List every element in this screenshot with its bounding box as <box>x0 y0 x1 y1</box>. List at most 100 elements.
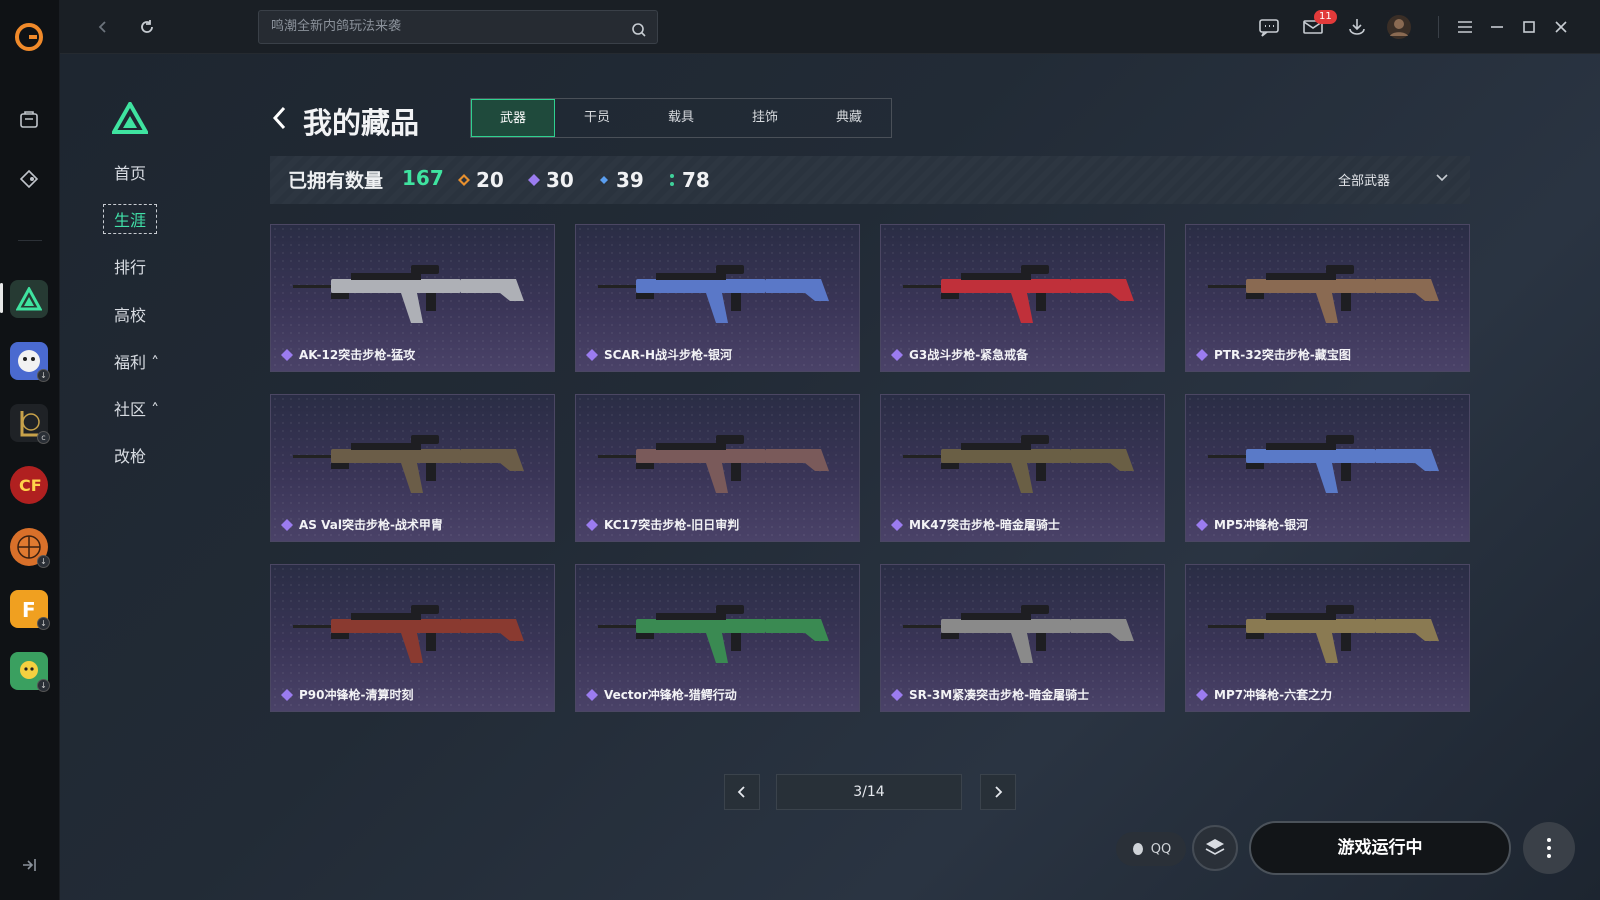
app-logo-icon[interactable] <box>10 18 48 56</box>
collection-card[interactable]: KC17突击步枪-旧日审判 <box>575 394 860 542</box>
chat-icon[interactable] <box>1256 14 1282 40</box>
layers-icon <box>1205 839 1225 855</box>
collection-card[interactable]: SCAR-H战斗步枪-银河 <box>575 224 860 372</box>
back-arrow-icon[interactable] <box>90 14 116 40</box>
nav-gun-mod[interactable]: 改枪 <box>114 443 146 467</box>
close-icon[interactable] <box>1548 14 1574 40</box>
rarity-blue-icon <box>600 176 608 184</box>
collection-card[interactable]: MP7冲锋枪-六套之力 <box>1185 564 1470 712</box>
active-indicator <box>0 283 3 313</box>
weapon-skin-image <box>903 605 1134 663</box>
weapon-skin-image <box>598 265 829 323</box>
card-label: PTR-32突击步枪-藏宝图 <box>1196 346 1351 363</box>
collection-card[interactable]: MP5冲锋枪-银河 <box>1185 394 1470 542</box>
qq-button[interactable]: QQ <box>1116 832 1186 866</box>
mail-icon[interactable]: 11 <box>1300 10 1337 40</box>
crossfire-game-icon[interactable]: CF <box>10 466 48 504</box>
next-page-button[interactable] <box>980 774 1016 810</box>
search-icon[interactable] <box>631 19 647 51</box>
rarity-green-icon <box>670 174 674 186</box>
tab-weapons[interactable]: 武器 <box>471 99 555 137</box>
expand-sidebar-icon[interactable] <box>20 856 38 878</box>
rarity-purple-icon <box>891 348 903 361</box>
weapon-skin-image <box>293 605 524 663</box>
card-label: AK-12突击步枪-猛攻 <box>281 346 415 363</box>
menu-icon[interactable] <box>1452 14 1478 40</box>
game-icon-f[interactable]: F ↓ <box>10 590 50 630</box>
nav-community[interactable]: 社区 ˄ <box>114 396 159 420</box>
item-name: P90冲锋枪-清算时刻 <box>299 688 414 702</box>
collection-card[interactable]: AK-12突击步枪-猛攻 <box>270 224 555 372</box>
collection-card[interactable]: SR-3M紧凑突击步枪-暗金屠骑士 <box>880 564 1165 712</box>
owned-label: 已拥有数量 <box>288 170 384 192</box>
rarity-purple-icon <box>891 688 903 701</box>
rarity-purple-icon <box>586 518 598 531</box>
search-placeholder: 鸣潮全新内鸽玩法来袭 <box>271 19 402 34</box>
collection-card[interactable]: AS Val突击步枪-战术甲胄 <box>270 394 555 542</box>
back-chevron-icon[interactable] <box>270 104 290 139</box>
collection-card[interactable]: Vector冲锋枪-猎鳄行动 <box>575 564 860 712</box>
card-label: Vector冲锋枪-猎鳄行动 <box>586 686 737 703</box>
user-avatar[interactable] <box>1386 14 1412 40</box>
collection-card[interactable]: MK47突击步枪-暗金屠骑士 <box>880 394 1165 542</box>
download-icon: ↓ <box>37 369 50 382</box>
maximize-icon[interactable] <box>1516 14 1542 40</box>
tab-vehicles[interactable]: 载具 <box>639 99 723 137</box>
rarity-green-count: 78 <box>668 168 710 192</box>
nav-career[interactable]: 生涯 <box>103 204 158 234</box>
league-game-icon[interactable]: c <box>10 404 50 444</box>
collection-card[interactable]: PTR-32突击步枪-藏宝图 <box>1185 224 1470 372</box>
nav-ranking[interactable]: 排行 <box>114 254 146 278</box>
item-name: MK47突击步枪-暗金屠骑士 <box>909 518 1060 532</box>
weapon-skin-image <box>598 435 829 493</box>
layers-button[interactable] <box>1192 825 1238 871</box>
topbar-divider <box>1438 16 1439 38</box>
weapon-skin-image <box>293 435 524 493</box>
collection-card[interactable]: P90冲锋枪-清算时刻 <box>270 564 555 712</box>
search-input[interactable]: 鸣潮全新内鸽玩法来袭 <box>258 10 658 44</box>
store-bag-icon[interactable] <box>10 100 48 138</box>
minimize-icon[interactable] <box>1484 14 1510 40</box>
tab-collection[interactable]: 典藏 <box>807 99 891 137</box>
item-name: MP7冲锋枪-六套之力 <box>1214 688 1333 702</box>
rarity-purple-icon <box>1196 688 1208 701</box>
card-label: AS Val突击步枪-战术甲胄 <box>281 516 443 533</box>
game-icon-character[interactable]: ↓ <box>10 652 50 692</box>
item-name: PTR-32突击步枪-藏宝图 <box>1214 348 1351 362</box>
nav-benefits[interactable]: 福利 ˄ <box>114 349 159 373</box>
nav-home[interactable]: 首页 <box>114 160 146 184</box>
download-icon: ↓ <box>37 617 50 630</box>
weapon-skin-image <box>1208 265 1439 323</box>
nav-campus[interactable]: 高校 <box>114 302 146 326</box>
more-vertical-icon <box>1547 838 1551 858</box>
rarity-green-value: 78 <box>682 168 710 192</box>
app-rail: ↓ c CF ↓ F ↓ ↓ <box>0 0 60 900</box>
item-name: AS Val突击步枪-战术甲胄 <box>299 518 443 532</box>
download-manager-icon[interactable] <box>1344 14 1370 40</box>
chevron-right-icon <box>995 786 1003 798</box>
weapon-skin-image <box>1208 435 1439 493</box>
card-label: SR-3M紧凑突击步枪-暗金屠骑士 <box>891 686 1089 703</box>
tab-operators[interactable]: 干员 <box>555 99 639 137</box>
tag-icon[interactable] <box>10 160 48 198</box>
item-name: G3战斗步枪-紧急戒备 <box>909 348 1029 362</box>
prev-page-button[interactable] <box>724 774 760 810</box>
tab-charms[interactable]: 挂饰 <box>723 99 807 137</box>
item-name: Vector冲锋枪-猎鳄行动 <box>604 688 737 702</box>
filter-label: 全部武器 <box>1337 174 1390 189</box>
game-running-button[interactable]: 游戏运行中 <box>1249 821 1511 875</box>
more-options-button[interactable] <box>1523 822 1575 874</box>
collection-card[interactable]: G3战斗步枪-紧急戒备 <box>880 224 1165 372</box>
game-icon-cartoon[interactable]: ↓ <box>10 342 50 382</box>
rarity-purple-icon <box>281 518 293 531</box>
basketball-game-icon[interactable]: ↓ <box>10 528 50 568</box>
rarity-purple-icon <box>281 348 293 361</box>
card-label: KC17突击步枪-旧日审判 <box>586 516 739 533</box>
weapon-skin-image <box>1208 605 1439 663</box>
mail-badge: 11 <box>1314 10 1337 24</box>
chevron-down-icon <box>1436 174 1448 182</box>
card-label: MK47突击步枪-暗金屠骑士 <box>891 516 1060 533</box>
weapon-filter-dropdown[interactable]: 全部武器 <box>1338 170 1450 189</box>
delta-force-game-icon[interactable] <box>10 280 48 318</box>
refresh-icon[interactable] <box>134 14 160 40</box>
